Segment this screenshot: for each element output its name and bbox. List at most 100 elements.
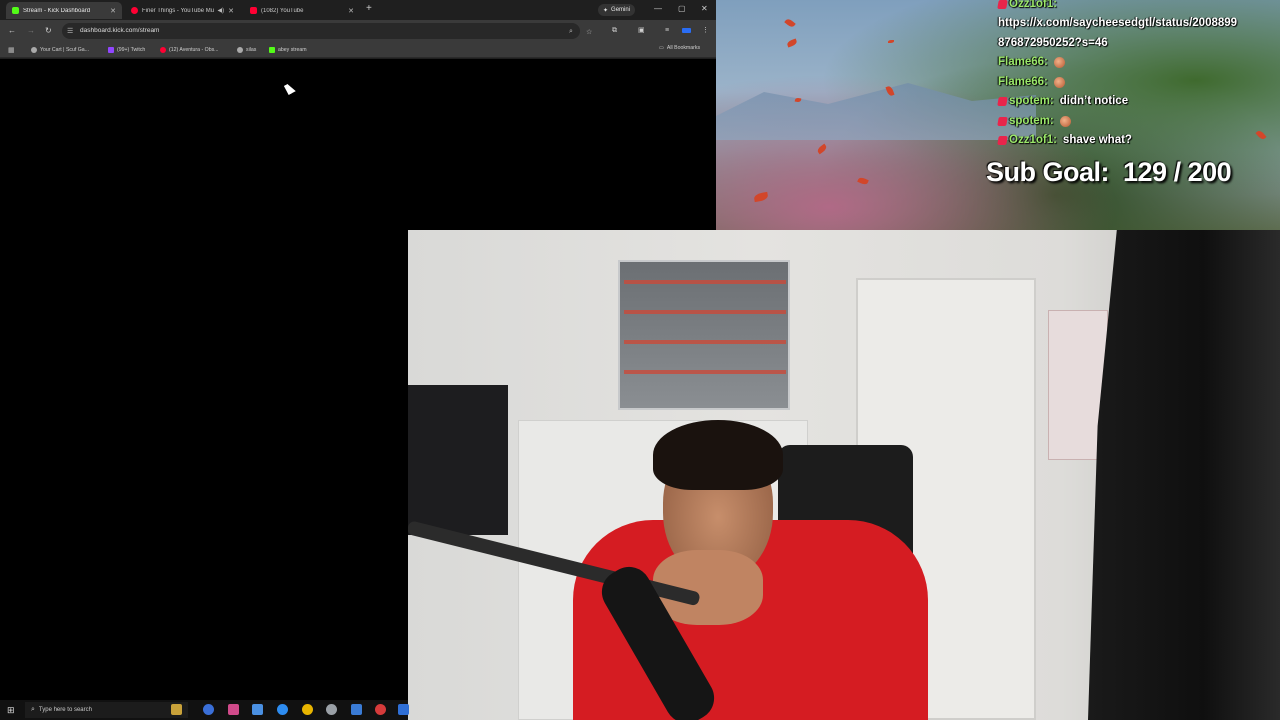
chat-username: Ozz1of1: bbox=[1009, 0, 1057, 10]
page-content bbox=[0, 59, 716, 230]
tab-kick-dashboard[interactable]: Stream - Kick Dashboard ✕ bbox=[6, 2, 122, 19]
media-controls-icon[interactable]: ≡ bbox=[665, 26, 669, 36]
address-bar[interactable]: ☰ dashboard.kick.com/stream ⌕ ☆ bbox=[62, 23, 592, 39]
sub-goal-counter: Sub Goal: 129 / 200 bbox=[986, 157, 1232, 188]
tab-youtube[interactable]: (1082) YouTube ✕ bbox=[244, 2, 360, 19]
webcam-feed bbox=[408, 230, 1280, 720]
taskbar-search[interactable]: ⌕ Type here to search bbox=[25, 702, 188, 718]
screen: Stream - Kick Dashboard ✕ Finer Things -… bbox=[0, 0, 1280, 720]
browser-window: Stream - Kick Dashboard ✕ Finer Things -… bbox=[0, 0, 716, 62]
youtube-favicon-icon bbox=[250, 7, 257, 14]
obs-icon[interactable] bbox=[375, 704, 386, 715]
chat-message: https://x.com/saycheesedgtl/status/20088… bbox=[998, 17, 1237, 29]
twitch-icon bbox=[108, 47, 114, 53]
close-window-button[interactable]: ✕ bbox=[701, 4, 708, 14]
chat-text: shave what? bbox=[1062, 134, 1132, 146]
all-bookmarks-label: All Bookmarks bbox=[666, 45, 701, 51]
shelf-row bbox=[624, 280, 786, 284]
chat-text: https://x.com/saycheesedgtl/status/20088… bbox=[998, 17, 1238, 29]
chrome-icon[interactable] bbox=[302, 704, 313, 715]
extensions-icon[interactable]: ⧉ bbox=[612, 26, 617, 36]
close-icon[interactable]: ✕ bbox=[348, 7, 354, 15]
gemini-sparkle-icon: ✦ bbox=[603, 7, 609, 14]
close-icon[interactable]: ✕ bbox=[228, 7, 234, 15]
bookmark-label: abey stream bbox=[278, 47, 307, 53]
globe-icon bbox=[237, 47, 243, 53]
all-bookmarks-button[interactable]: ▭ All Bookmarks bbox=[659, 45, 700, 51]
globe-icon bbox=[31, 47, 37, 53]
speaker-icon[interactable]: ◀) bbox=[218, 7, 225, 14]
bookmark-label: Your Cart | Scuf Ga... bbox=[40, 47, 90, 53]
back-button[interactable]: ← bbox=[8, 26, 16, 36]
edge-browser-icon[interactable] bbox=[203, 704, 214, 715]
chat-message: Ozz1of1: bbox=[997, 0, 1063, 10]
tab-title: (1082) YouTube bbox=[261, 7, 304, 14]
webcam-person-hair bbox=[653, 420, 783, 490]
bookmark-scuf-cart[interactable]: Your Cart | Scuf Ga... bbox=[31, 45, 89, 55]
zoom-icon[interactable]: ⌕ bbox=[569, 28, 573, 36]
chat-username: spotem: bbox=[1009, 115, 1054, 127]
app-icon[interactable] bbox=[228, 704, 239, 715]
side-panel-icon[interactable]: ▣ bbox=[638, 26, 645, 36]
browser-toolbar: ← → ↻ ☰ dashboard.kick.com/stream ⌕ ☆ ⧉ … bbox=[0, 20, 716, 42]
file-explorer-icon[interactable] bbox=[252, 704, 263, 715]
app-icon[interactable] bbox=[277, 704, 288, 715]
app-icon[interactable] bbox=[326, 704, 337, 715]
chat-message: Flame66: bbox=[998, 56, 1065, 68]
bookmarks-bar: ▦ Your Cart | Scuf Ga... (99+) Twitch (1… bbox=[0, 42, 716, 58]
bookmark-label: silas bbox=[246, 47, 257, 53]
kick-icon bbox=[269, 47, 275, 53]
emote-icon bbox=[1053, 56, 1065, 68]
gemini-label: Gemini bbox=[611, 7, 631, 13]
emote-icon bbox=[1059, 115, 1071, 127]
gemini-button[interactable]: ✦ Gemini bbox=[598, 4, 636, 16]
sub-goal-label: Sub Goal: bbox=[986, 157, 1110, 187]
apps-grid-icon[interactable]: ▦ bbox=[8, 46, 15, 54]
close-icon[interactable]: ✕ bbox=[110, 7, 116, 15]
extension-icon[interactable] bbox=[682, 28, 691, 33]
emote-icon bbox=[1053, 76, 1065, 88]
badge-icon bbox=[997, 116, 1008, 126]
chat-message: Flame66: bbox=[998, 76, 1065, 88]
shelf-row bbox=[624, 370, 786, 374]
maximize-button[interactable]: ▢ bbox=[678, 4, 686, 14]
forward-button[interactable]: → bbox=[27, 26, 35, 36]
tab-title: Stream - Kick Dashboard bbox=[23, 7, 91, 14]
shelf-row bbox=[624, 340, 786, 344]
chat-username: Flame66: bbox=[998, 56, 1048, 68]
new-tab-button[interactable]: + bbox=[366, 4, 372, 14]
bookmark-label: (12) Aventura - Obs... bbox=[169, 47, 219, 53]
minimize-button[interactable]: — bbox=[654, 4, 662, 14]
windows-taskbar: ⊞ ⌕ Type here to search bbox=[0, 700, 409, 720]
chat-message: 876872950252?s=46 bbox=[998, 37, 1108, 49]
windows-start-icon[interactable]: ⊞ bbox=[7, 705, 15, 715]
sub-goal-value: 129 / 200 bbox=[1123, 157, 1232, 187]
reload-button[interactable]: ↻ bbox=[45, 26, 52, 36]
url-text: dashboard.kick.com/stream bbox=[80, 27, 160, 34]
chat-username: Ozz1of1: bbox=[1009, 134, 1057, 146]
tab-youtube-music[interactable]: Finer Things - YouTube Mu ◀) ✕ bbox=[125, 2, 240, 19]
webcam-display-shelf bbox=[618, 260, 790, 410]
app-icon[interactable] bbox=[351, 704, 362, 715]
chat-message: Ozz1of1: shave what? bbox=[997, 134, 1132, 146]
menu-icon[interactable]: ⋮ bbox=[702, 26, 709, 36]
youtube-music-favicon-icon bbox=[131, 7, 138, 14]
bookmark-twitch[interactable]: (99+) Twitch bbox=[108, 45, 145, 55]
youtube-icon bbox=[160, 47, 166, 53]
badge-icon bbox=[997, 0, 1008, 9]
badge-icon bbox=[997, 135, 1008, 145]
chat-message: spotem: bbox=[997, 115, 1071, 127]
taskbar-decoration-icon bbox=[171, 704, 182, 715]
folder-icon: ▭ bbox=[659, 45, 664, 51]
shelf-row bbox=[624, 310, 786, 314]
chat-username: Flame66: bbox=[998, 76, 1048, 88]
bookmark-silas[interactable]: silas bbox=[237, 45, 256, 55]
bookmark-star-icon[interactable]: ☆ bbox=[586, 28, 592, 36]
site-info-icon[interactable]: ☰ bbox=[67, 27, 73, 35]
app-icon[interactable] bbox=[398, 704, 409, 715]
tab-title: Finer Things - YouTube Mu bbox=[142, 7, 215, 14]
bookmark-aventura[interactable]: (12) Aventura - Obs... bbox=[160, 45, 219, 55]
bookmark-abey-stream[interactable]: abey stream bbox=[269, 45, 307, 55]
tab-strip: Stream - Kick Dashboard ✕ Finer Things -… bbox=[0, 0, 716, 20]
chat-username: spotem: bbox=[1009, 95, 1054, 107]
